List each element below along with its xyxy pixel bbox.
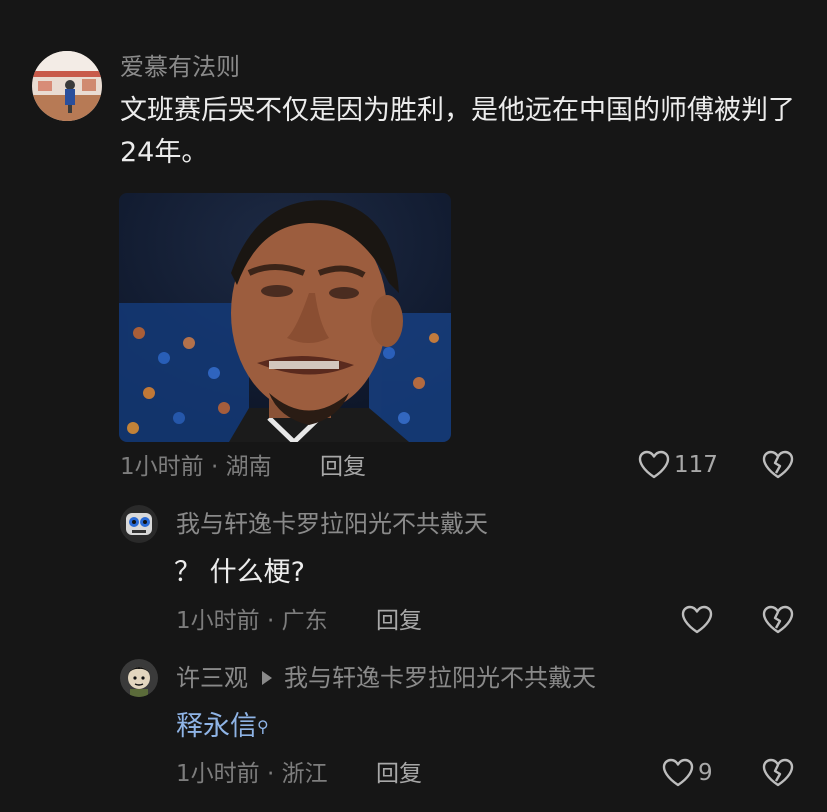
avatar[interactable] (32, 51, 102, 121)
reply-button[interactable]: 回复 (320, 452, 366, 482)
comment-location: 湖南 (225, 454, 272, 480)
avatar-photo-icon (32, 51, 102, 121)
broken-heart-icon (762, 758, 794, 787)
reply-location: 广东 (281, 608, 328, 634)
meta-separator: · (210, 454, 219, 480)
avatar-cartoon-icon (120, 659, 158, 697)
crying-athlete-photo-icon (119, 193, 451, 442)
dislike-button[interactable] (762, 758, 794, 788)
avatar-cartoon-icon (120, 505, 158, 543)
reply-meta: 1小时前 · 浙江 (176, 759, 328, 789)
reply-to-username[interactable]: 我与轩逸卡罗拉阳光不共戴天 (284, 664, 596, 692)
broken-heart-icon (762, 450, 794, 479)
reply-text: ？ 什么梗? (174, 557, 305, 588)
comment-username[interactable]: 爱慕有法则 (120, 52, 240, 82)
reply-to-arrow-icon (262, 671, 272, 685)
dislike-button[interactable] (762, 450, 794, 480)
comment-text: 文班赛后哭不仅是因为胜利，是他远在中国的师傅被判了24年。 (120, 95, 795, 168)
meta-separator: · (266, 761, 275, 787)
like-button[interactable]: 117 (638, 450, 718, 480)
heart-icon (638, 450, 670, 479)
reply-username-line: 许三观 我与轩逸卡罗拉阳光不共戴天 (176, 663, 596, 693)
dislike-button[interactable] (762, 605, 794, 635)
comment-image[interactable] (119, 193, 451, 442)
search-icon: ⚲ (257, 717, 269, 736)
heart-icon (681, 605, 713, 634)
reply-button[interactable]: 回复 (376, 606, 422, 636)
avatar[interactable] (120, 659, 158, 697)
like-button[interactable] (681, 605, 717, 635)
reply-location: 浙江 (281, 761, 328, 787)
reply-time: 1小时前 (176, 608, 260, 634)
like-count: 9 (698, 760, 713, 786)
avatar[interactable] (120, 505, 158, 543)
comment-meta: 1小时前 · 湖南 (120, 452, 272, 482)
comment-time: 1小时前 (120, 454, 204, 480)
reply-username[interactable]: 许三观 (176, 664, 248, 692)
reply-button[interactable]: 回复 (376, 759, 422, 789)
meta-separator: · (266, 608, 275, 634)
reply-meta: 1小时前 · 广东 (176, 606, 328, 636)
reply-username[interactable]: 我与轩逸卡罗拉阳光不共戴天 (176, 509, 488, 539)
heart-icon (662, 758, 694, 787)
like-count: 117 (674, 452, 718, 478)
reply-text: 释永信⚲ (176, 706, 269, 748)
broken-heart-icon (762, 605, 794, 634)
reply-time: 1小时前 (176, 761, 260, 787)
like-button[interactable]: 9 (662, 758, 713, 788)
search-link[interactable]: 释永信 (176, 711, 257, 742)
